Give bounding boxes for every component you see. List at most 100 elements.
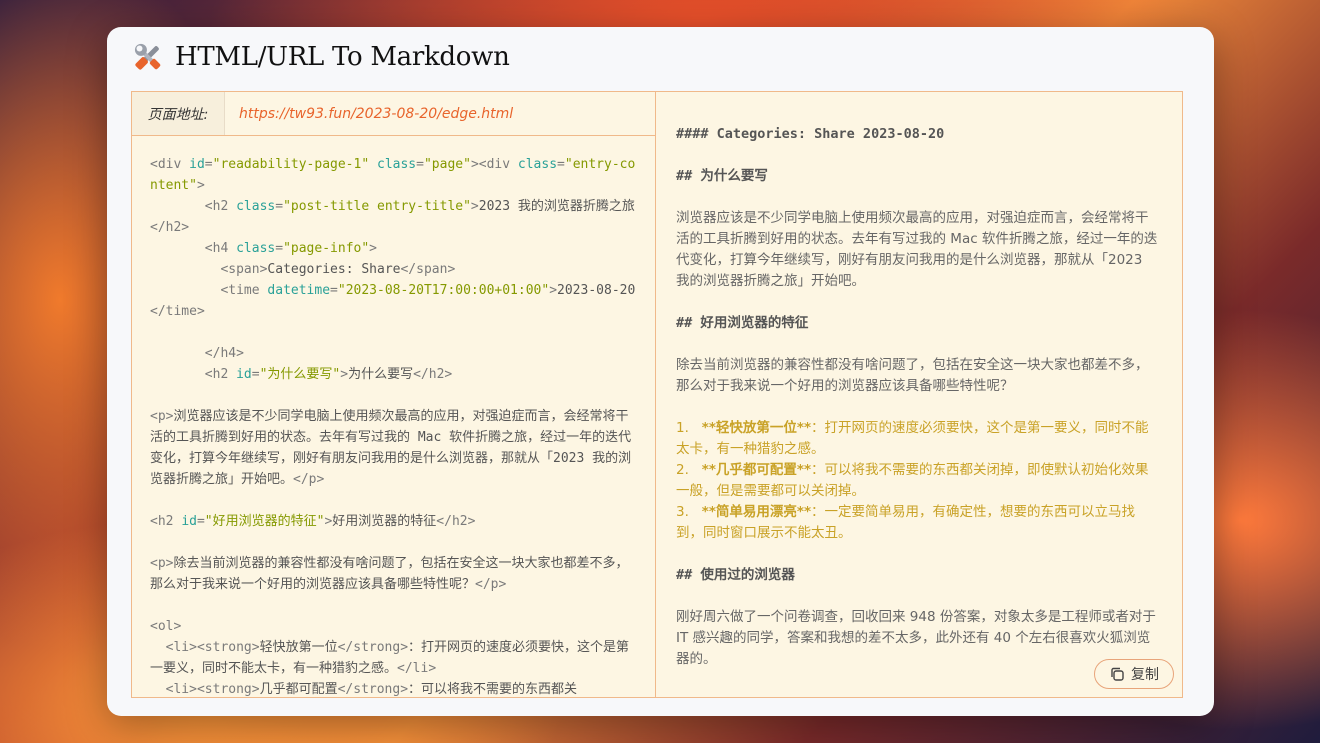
- code-token: >: [369, 241, 377, 256]
- code-token: =: [330, 283, 338, 298]
- list-item: 2. **几乎都可配置**：可以将我不需要的东西都关闭掉，即使默认初始化效果一般…: [676, 460, 1158, 502]
- code-line: </h4>: [150, 343, 637, 364]
- code-token: </h2>: [436, 514, 476, 529]
- code-token: "post-title entry-title": [283, 199, 471, 214]
- code-token: id: [181, 514, 197, 529]
- code-line: <p>除去当前浏览器的兼容性都没有啥问题了，包括在安全这一块大家也都差不多，那么…: [150, 553, 637, 595]
- code-line: [150, 490, 637, 511]
- markdown-output[interactable]: #### Categories: Share 2023-08-20 ## 为什么…: [656, 92, 1182, 697]
- code-line: [150, 322, 637, 343]
- code-line: <li><strong>轻快放第一位</strong>：打开网页的速度必须要快，…: [150, 637, 637, 679]
- md-paragraph-used: 刚好周六做了一个问卷调查，回收回来 948 份答案，对象太多是工程师或者对于 I…: [676, 609, 1156, 667]
- code-token: </h2>: [150, 220, 190, 235]
- code-line: <ol>: [150, 616, 637, 637]
- code-token: >: [470, 199, 479, 214]
- code-token: 除去当前浏览器的兼容性都没有啥问题了，包括在安全这一块大家也都差不多，那么对于我…: [150, 556, 629, 592]
- code-token: =: [416, 157, 424, 172]
- code-token: "2023-08-20T17:00:00+01:00": [337, 283, 550, 298]
- code-token: 好用浏览器的特征: [332, 514, 437, 529]
- code-token: class: [236, 199, 276, 214]
- code-token: <li><strong>: [150, 682, 260, 697]
- html-panel: 页面地址: <div id="readability-page-1" class…: [132, 92, 656, 697]
- code-token: class: [517, 157, 558, 172]
- code-token: <time: [150, 283, 268, 298]
- code-token: >: [196, 178, 205, 193]
- md-heading-used: ## 使用过的浏览器: [676, 567, 795, 583]
- code-line: [150, 595, 637, 616]
- tools-icon: [131, 40, 165, 74]
- title-bar: HTML/URL To Markdown: [131, 37, 510, 77]
- list-item: 1. **轻快放第一位**：打开网页的速度必须要快，这个是第一要义，同时不能太卡…: [676, 418, 1158, 460]
- code-token: 几乎都可配置: [259, 682, 338, 697]
- code-token: <h4: [150, 241, 237, 256]
- code-token: <span>: [150, 262, 268, 277]
- md-heading-why: ## 为什么要写: [676, 168, 768, 184]
- copy-button-label: 复制: [1131, 666, 1159, 682]
- code-token: <h2: [150, 367, 237, 382]
- code-token: 2023-08-20: [557, 283, 636, 298]
- code-token: </strong>: [337, 682, 409, 697]
- code-token: <li><strong>: [150, 640, 260, 655]
- copy-button[interactable]: 复制: [1094, 659, 1174, 689]
- md-feature-list: 1. **轻快放第一位**：打开网页的速度必须要快，这个是第一要义，同时不能太卡…: [676, 418, 1158, 544]
- code-token: ><div: [470, 157, 518, 172]
- code-token: <h2: [150, 199, 237, 214]
- code-token: ：可以将我不需要的东西都关: [408, 682, 578, 697]
- code-line: <time datetime="2023-08-20T17:00:00+01:0…: [150, 280, 637, 322]
- code-line: <p>浏览器应该是不少同学电脑上使用频次最高的应用，对强迫症而言，会经常将干活的…: [150, 406, 637, 490]
- code-line: <li><strong>几乎都可配置</strong>：可以将我不需要的东西都关: [150, 679, 637, 697]
- code-token: </li>: [397, 661, 437, 676]
- code-token: </h4>: [150, 346, 244, 361]
- code-token: class: [377, 157, 417, 172]
- code-line: <h4 class="page-info">: [150, 238, 637, 259]
- code-token: 为什么要写: [348, 367, 414, 382]
- list-item-number: 1.: [676, 420, 689, 436]
- list-item-bold: **几乎都可配置**: [701, 462, 812, 478]
- code-token: </p>: [475, 577, 507, 592]
- markdown-panel: #### Categories: Share 2023-08-20 ## 为什么…: [656, 92, 1182, 697]
- code-token: 2023 我的浏览器折腾之旅: [478, 199, 635, 214]
- md-meta-line: #### Categories: Share 2023-08-20: [676, 126, 945, 142]
- code-token: </time>: [150, 304, 205, 319]
- code-token: =: [557, 157, 565, 172]
- code-line: <h2 id="好用浏览器的特征">好用浏览器的特征</h2>: [150, 511, 637, 532]
- code-line: [150, 385, 637, 406]
- code-line: <div id="readability-page-1" class="page…: [150, 154, 637, 196]
- list-item-bold: **轻快放第一位**: [701, 420, 812, 436]
- copy-icon: [1109, 666, 1125, 682]
- list-item: 3. **简单易用漂亮**：一定要简单易用，有确定性，想要的东西可以立马找到，同…: [676, 502, 1158, 544]
- code-token: </p>: [293, 472, 325, 487]
- code-token: "readability-page-1": [212, 157, 370, 172]
- code-token: =: [251, 367, 260, 382]
- md-paragraph-why: 浏览器应该是不少同学电脑上使用频次最高的应用，对强迫症而言，会经常将干活的工具折…: [676, 210, 1158, 289]
- code-token: >: [549, 283, 558, 298]
- code-token: id: [236, 367, 252, 382]
- code-token: <h2: [150, 514, 182, 529]
- code-token: 浏览器应该是不少同学电脑上使用频次最高的应用，对强迫症而言，会经常将干活的工具折…: [150, 409, 632, 487]
- code-token: <p>: [150, 409, 174, 424]
- url-row: 页面地址:: [132, 92, 655, 136]
- code-token: </h2>: [413, 367, 453, 382]
- html-source-editor[interactable]: <div id="readability-page-1" class="page…: [132, 136, 655, 697]
- code-token: =: [196, 514, 205, 529]
- editor-panels: 页面地址: <div id="readability-page-1" class…: [131, 91, 1183, 698]
- code-token: <p>: [150, 556, 174, 571]
- code-token: <div: [150, 157, 190, 172]
- md-paragraph-features: 除去当前浏览器的兼容性都没有啥问题了，包括在安全这一块大家也都差不多，那么对于我…: [676, 357, 1149, 394]
- url-input[interactable]: [225, 92, 655, 135]
- code-token: class: [236, 241, 276, 256]
- code-line: [150, 532, 637, 553]
- code-token: id: [189, 157, 205, 172]
- code-token: "page": [423, 157, 471, 172]
- code-token: </strong>: [337, 640, 409, 655]
- code-token: "page-info": [283, 241, 370, 256]
- code-line: <h2 class="post-title entry-title">2023 …: [150, 196, 637, 238]
- code-token: 轻快放第一位: [259, 640, 338, 655]
- code-token: "为什么要写": [259, 367, 341, 382]
- list-item-bold: **简单易用漂亮**: [701, 504, 812, 520]
